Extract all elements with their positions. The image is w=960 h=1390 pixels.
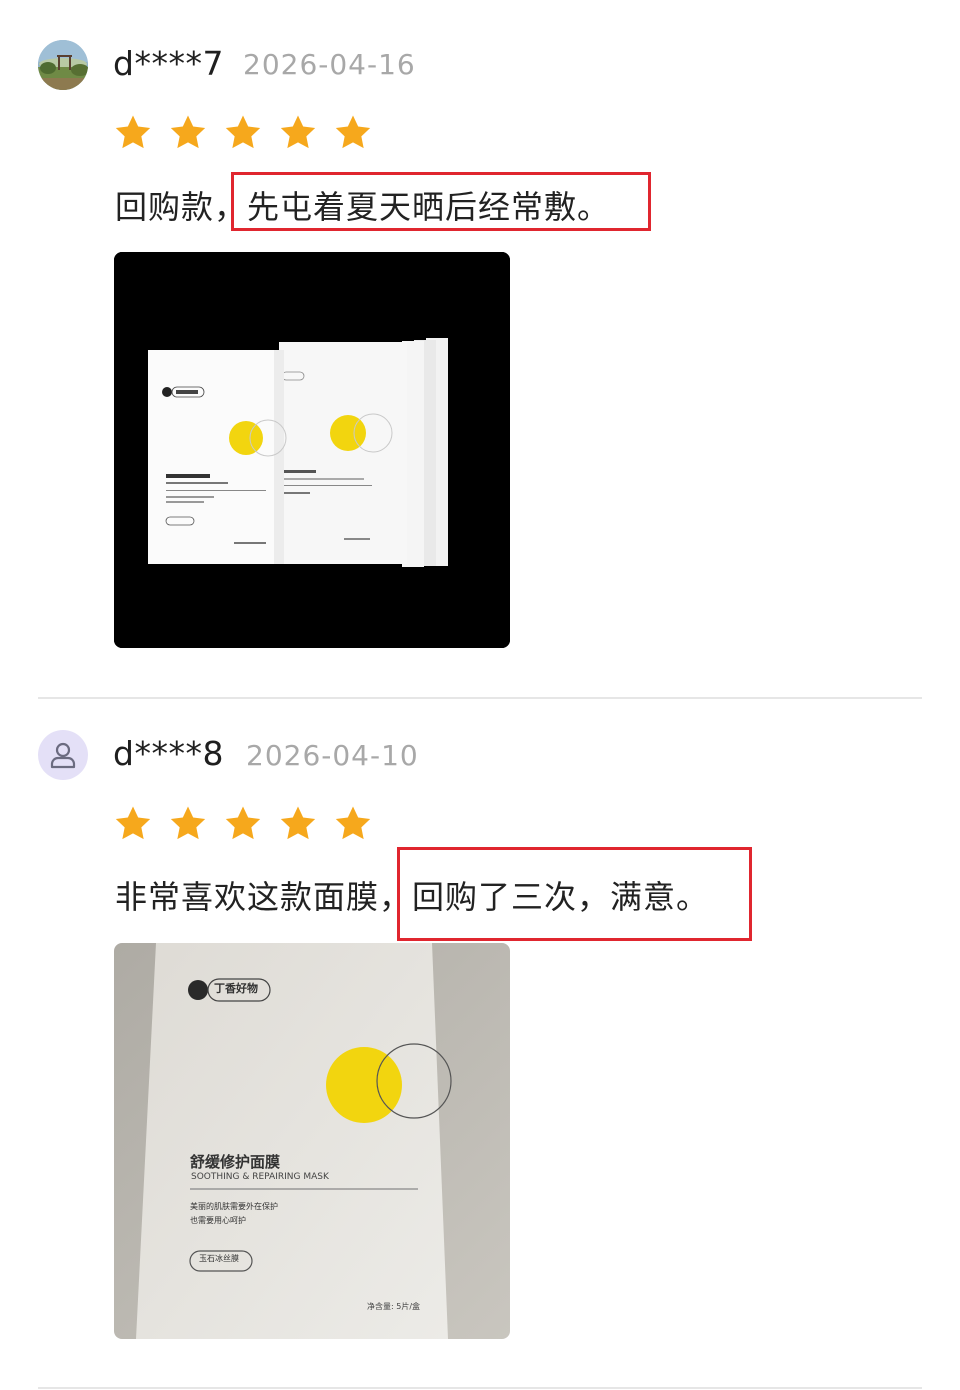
product-tag: 玉石冰丝膜 xyxy=(199,1254,239,1263)
username: d****8 xyxy=(113,734,224,773)
star-icon xyxy=(115,115,151,149)
username: d****7 xyxy=(113,44,224,83)
slogan-line: 也需要用心呵护 xyxy=(190,1216,246,1225)
review-date: 2026-04-10 xyxy=(246,739,419,772)
star-icon xyxy=(280,806,316,840)
review-photo[interactable]: 丁香好物 舒缓修护面膜 SOOTHING & REPAIRING MASK 美丽… xyxy=(114,943,510,1339)
person-avatar-icon xyxy=(50,742,76,769)
slogan-line: 美丽的肌肤需要外在保护 xyxy=(190,1202,278,1211)
star-rating xyxy=(113,804,373,844)
brand-label: 丁香好物 xyxy=(214,982,258,995)
mask-box-product-image xyxy=(114,252,510,648)
star-icon xyxy=(335,115,371,149)
user-avatar[interactable] xyxy=(38,40,88,90)
divider xyxy=(38,1387,922,1389)
star-icon xyxy=(335,806,371,840)
star-icon xyxy=(170,115,206,149)
net-content: 净含量: 5片/盒 xyxy=(367,1302,421,1311)
highlight-box xyxy=(397,847,752,941)
star-rating xyxy=(113,113,373,153)
star-icon xyxy=(225,806,261,840)
review-date: 2026-04-16 xyxy=(243,48,416,81)
landscape-avatar-icon xyxy=(38,40,88,90)
star-icon xyxy=(115,806,151,840)
product-name: 舒缓修护面膜 xyxy=(190,1153,281,1171)
review-photo[interactable] xyxy=(114,252,510,648)
highlight-box xyxy=(231,172,651,231)
divider xyxy=(38,697,922,699)
star-icon xyxy=(280,115,316,149)
mask-box-product-image xyxy=(114,943,510,1339)
star-icon xyxy=(225,115,261,149)
user-avatar[interactable] xyxy=(38,730,88,780)
star-icon xyxy=(170,806,206,840)
product-name-en: SOOTHING & REPAIRING MASK xyxy=(191,1172,329,1182)
